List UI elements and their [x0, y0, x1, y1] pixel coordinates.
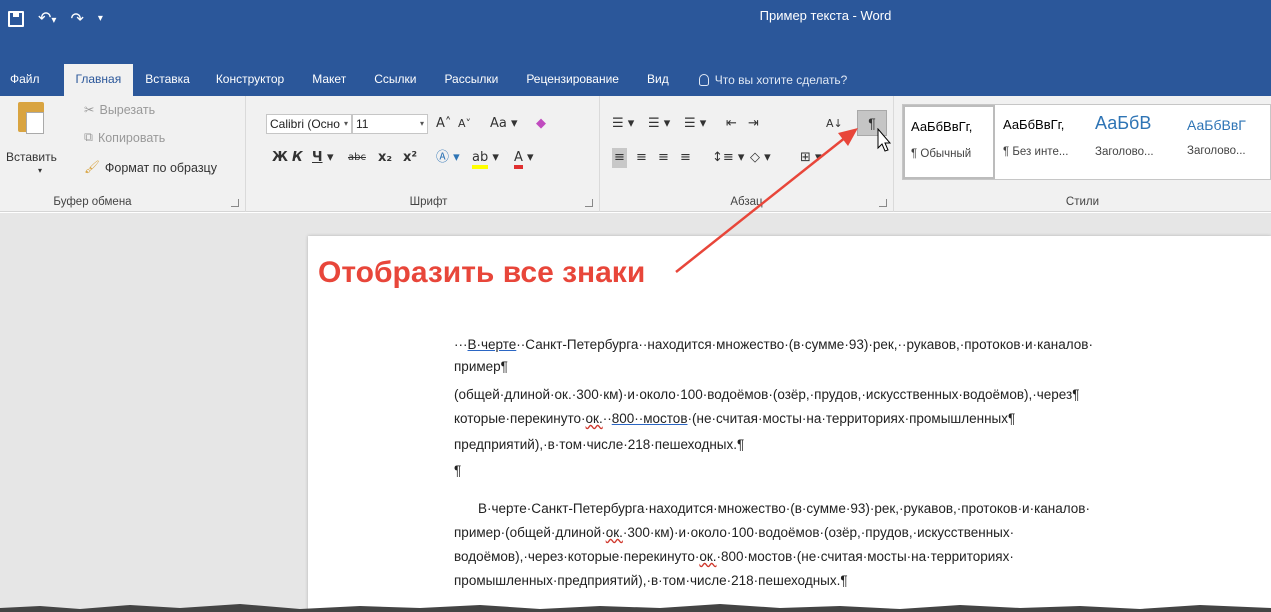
doc-line[interactable]: предприятий),·в·том·числе·218·пешеходных… — [454, 434, 744, 456]
callout-arrow — [675, 128, 858, 273]
doc-line[interactable]: которые·перекинуто·ок.··800··мостов·(не·… — [454, 408, 1015, 430]
doc-line[interactable]: промышленных·предприятий),·в·том·числе·2… — [454, 570, 848, 592]
doc-line[interactable]: (общей·длиной·ок.·300·км)·и·около·100·во… — [454, 384, 1079, 406]
doc-line[interactable]: пример·(общей·длиной·ок.·300·км)·и·около… — [454, 522, 1014, 544]
doc-line[interactable]: водоёмов),·через·которые·перекинуто·ок.·… — [454, 546, 1014, 568]
doc-line[interactable]: пример¶ — [454, 356, 508, 378]
doc-line[interactable]: В·черте·Санкт-Петербурга·находится·множе… — [478, 498, 1090, 520]
doc-line[interactable]: ···В·черте··Санкт-Петербурга··находится·… — [454, 334, 1093, 356]
torn-edge-decoration — [0, 604, 1271, 612]
callout-label: Отобразить все знаки — [318, 256, 646, 289]
doc-line[interactable]: ¶ — [454, 460, 461, 482]
